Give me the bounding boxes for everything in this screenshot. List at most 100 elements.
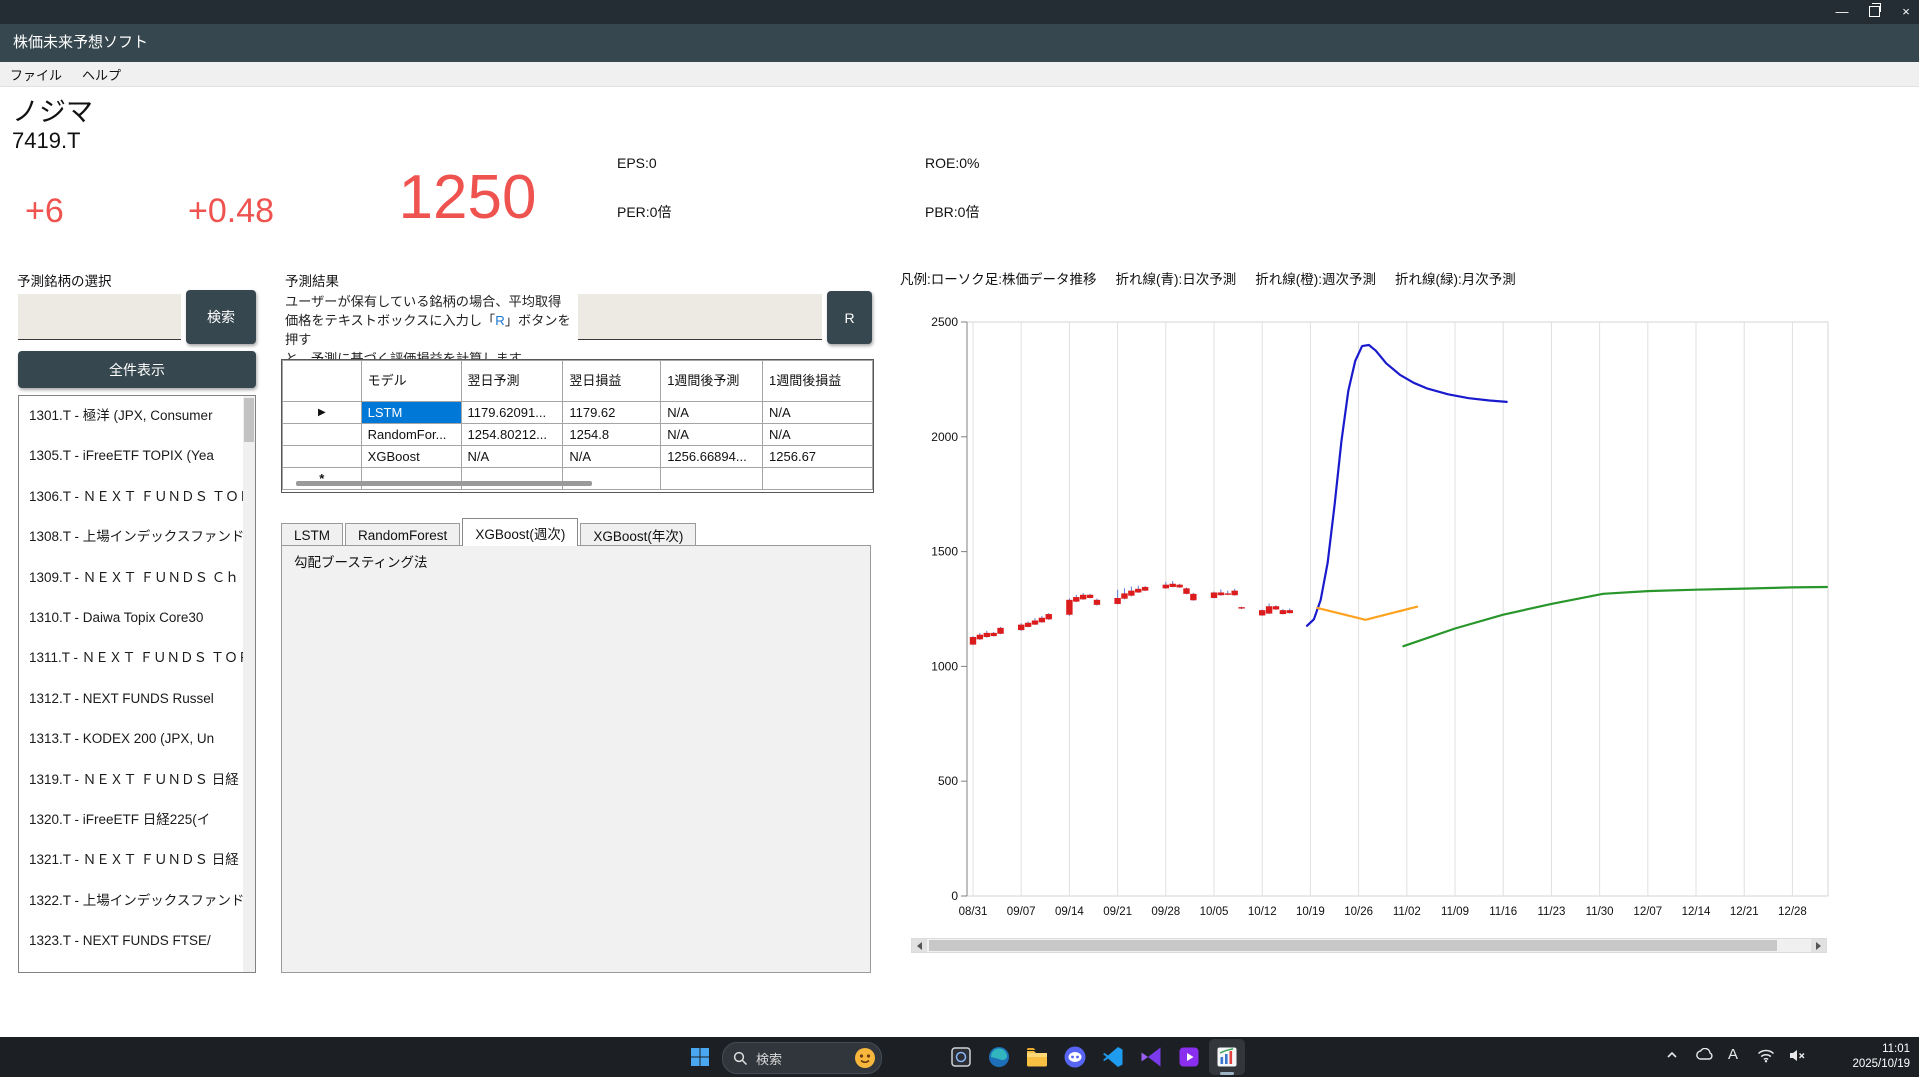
stock-ticker: 7419.T bbox=[12, 128, 81, 154]
model-tab-RandomForest[interactable]: RandomForest bbox=[345, 523, 460, 546]
table-column-header[interactable]: モデル bbox=[361, 361, 461, 402]
model-tab-XGBoost(年次)[interactable]: XGBoost(年次) bbox=[580, 523, 696, 546]
stock-list-item[interactable]: 1306.T - ＮＥＸＴ ＦＵＮＤＳ ＴＯＰ bbox=[19, 477, 244, 517]
table-hscrollbar[interactable] bbox=[296, 481, 592, 486]
visual-studio-icon bbox=[1139, 1045, 1163, 1069]
value-cell[interactable]: 1256.66894... bbox=[661, 446, 763, 468]
table-row[interactable]: ▶LSTM1179.62091...1179.62N/AN/A bbox=[283, 402, 873, 424]
candlestick bbox=[1066, 600, 1072, 615]
stock-list-item[interactable]: 1320.T - iFreeETF 日経225(イ bbox=[19, 800, 244, 840]
prediction-table[interactable]: モデル翌日予測翌日損益1週間後予測1週間後損益 ▶LSTM1179.62091..… bbox=[281, 359, 874, 493]
avg-price-input[interactable] bbox=[578, 294, 822, 340]
clock[interactable]: 11:01 2025/10/19 bbox=[1836, 1042, 1910, 1072]
svg-text:11/23: 11/23 bbox=[1537, 906, 1565, 918]
row-selector-cell[interactable] bbox=[283, 424, 362, 446]
stock-list-item[interactable]: 1309.T - ＮＥＸＴ ＦＵＮＤＳ Ｃｈｉｎ bbox=[19, 558, 244, 598]
empty-cell bbox=[763, 468, 873, 490]
legend-item: 折れ線(橙):週次予測 bbox=[1255, 272, 1376, 287]
empty-cell bbox=[461, 468, 563, 490]
candlestick bbox=[984, 633, 990, 637]
stock-list-item[interactable]: 1322.T - 上場インデックスファンド中 bbox=[19, 881, 244, 921]
table-row[interactable]: RandomFor...1254.80212...1254.8N/AN/A bbox=[283, 424, 873, 446]
stock-list-item[interactable]: 1319.T - ＮＥＸＴ ＦＵＮＤＳ 日経 bbox=[19, 760, 244, 800]
chart-hscrollbar-thumb[interactable] bbox=[929, 940, 1777, 951]
menu-help[interactable]: ヘルプ bbox=[72, 62, 131, 86]
table-column-header[interactable]: 1週間後予測 bbox=[661, 361, 763, 402]
value-cell[interactable]: 1254.80212... bbox=[461, 424, 563, 446]
stock-list-item[interactable]: 1305.T - iFreeETF TOPIX (Yea bbox=[19, 436, 244, 476]
stock-list-scrollbar-thumb[interactable] bbox=[244, 398, 254, 442]
menu-bar: ファイル ヘルプ bbox=[0, 62, 1919, 87]
file-explorer-taskbar-button[interactable] bbox=[1019, 1039, 1055, 1075]
volume-muted-icon[interactable] bbox=[1788, 1048, 1807, 1063]
stock-app-taskbar-button[interactable] bbox=[1209, 1039, 1245, 1075]
price-chart: 08/3109/0709/1409/2109/2810/0510/1210/19… bbox=[910, 302, 1840, 932]
value-cell[interactable]: N/A bbox=[563, 446, 661, 468]
value-cell[interactable]: 1256.67 bbox=[763, 446, 873, 468]
clock-time: 11:01 bbox=[1836, 1042, 1910, 1057]
chart-hscrollbar[interactable] bbox=[911, 938, 1827, 953]
stock-search-input[interactable] bbox=[18, 294, 181, 340]
taskbar: 検索 A 11:01 2025/10/19 bbox=[0, 1037, 1919, 1077]
per-value: PER:0倍 bbox=[617, 202, 671, 222]
close-button[interactable]: × bbox=[1897, 3, 1915, 19]
visual-studio-taskbar-button[interactable] bbox=[1133, 1039, 1169, 1075]
scroll-left-arrow[interactable] bbox=[912, 939, 927, 952]
table-column-header[interactable]: 翌日損益 bbox=[563, 361, 661, 402]
stock-list-item[interactable]: 1321.T - ＮＥＸＴ ＦＵＮＤＳ 日経 bbox=[19, 840, 244, 880]
value-cell[interactable]: N/A bbox=[661, 402, 763, 424]
model-tab-LSTM[interactable]: LSTM bbox=[281, 523, 343, 546]
discord-taskbar-button[interactable] bbox=[1057, 1039, 1093, 1075]
stock-list-item[interactable]: 1310.T - Daiwa Topix Core30 bbox=[19, 598, 244, 638]
stock-list-scrollbar[interactable] bbox=[243, 396, 255, 972]
new-row[interactable]: * bbox=[283, 468, 873, 490]
model-cell[interactable]: XGBoost bbox=[361, 446, 461, 468]
model-cell[interactable]: RandomFor... bbox=[361, 424, 461, 446]
model-tab-XGBoost(週次)[interactable]: XGBoost(週次) bbox=[462, 518, 578, 546]
onedrive-icon[interactable] bbox=[1695, 1048, 1713, 1062]
row-selector-cell[interactable]: ▶ bbox=[283, 402, 362, 424]
table-row[interactable]: XGBoostN/AN/A1256.66894...1256.67 bbox=[283, 446, 873, 468]
stock-list-item[interactable]: 1313.T - KODEX 200 (JPX, Un bbox=[19, 719, 244, 759]
value-cell[interactable]: 1179.62091... bbox=[461, 402, 563, 424]
value-cell[interactable]: 1179.62 bbox=[563, 402, 661, 424]
photos-taskbar-button[interactable] bbox=[943, 1039, 979, 1075]
vscode-taskbar-button[interactable] bbox=[1095, 1039, 1131, 1075]
model-cell[interactable]: LSTM bbox=[361, 402, 461, 424]
search-button[interactable]: 検索 bbox=[186, 290, 256, 344]
svg-text:09/21: 09/21 bbox=[1103, 906, 1132, 918]
stock-list-item[interactable]: 1324.T - NEXT FUNDS Russ bbox=[19, 961, 244, 973]
stock-list[interactable]: 1301.T - 極洋 (JPX, Consumer1305.T - iFree… bbox=[18, 395, 256, 973]
restore-button[interactable] bbox=[1865, 3, 1883, 19]
candlestick bbox=[1039, 618, 1045, 623]
value-cell[interactable]: 1254.8 bbox=[563, 424, 661, 446]
r-highlight: R bbox=[495, 313, 505, 328]
svg-text:08/31: 08/31 bbox=[959, 906, 988, 918]
table-column-header[interactable]: 1週間後損益 bbox=[763, 361, 873, 402]
stock-list-item[interactable]: 1301.T - 極洋 (JPX, Consumer bbox=[19, 396, 244, 436]
show-all-button[interactable]: 全件表示 bbox=[18, 351, 256, 388]
taskbar-search[interactable]: 検索 bbox=[722, 1042, 882, 1074]
hidden-icons-chevron[interactable] bbox=[1665, 1048, 1679, 1062]
menu-file[interactable]: ファイル bbox=[0, 62, 72, 86]
value-cell[interactable]: N/A bbox=[763, 402, 873, 424]
stock-list-item[interactable]: 1311.T - ＮＥＸＴ ＦＵＮＤＳ ＴＯＰ bbox=[19, 638, 244, 678]
minimize-button[interactable]: — bbox=[1833, 3, 1851, 19]
value-cell[interactable]: N/A bbox=[461, 446, 563, 468]
wifi-icon[interactable] bbox=[1757, 1048, 1775, 1063]
media-player-taskbar-button[interactable] bbox=[1171, 1039, 1207, 1075]
scroll-right-arrow[interactable] bbox=[1811, 939, 1826, 952]
stock-list-item[interactable]: 1308.T - 上場インデックスファンドT bbox=[19, 517, 244, 557]
table-column-header[interactable]: 翌日予測 bbox=[461, 361, 563, 402]
start-button[interactable] bbox=[682, 1039, 718, 1075]
stock-list-item[interactable]: 1323.T - NEXT FUNDS FTSE/ bbox=[19, 921, 244, 961]
svg-text:11/16: 11/16 bbox=[1489, 906, 1517, 918]
ime-mode-indicator[interactable]: A bbox=[1728, 1046, 1738, 1063]
recalc-button[interactable]: R bbox=[827, 291, 872, 344]
edge-taskbar-button[interactable] bbox=[981, 1039, 1017, 1075]
value-cell[interactable]: N/A bbox=[763, 424, 873, 446]
value-cell[interactable]: N/A bbox=[661, 424, 763, 446]
candlestick bbox=[970, 637, 976, 645]
stock-list-item[interactable]: 1312.T - NEXT FUNDS Russel bbox=[19, 679, 244, 719]
row-selector-cell[interactable] bbox=[283, 446, 362, 468]
